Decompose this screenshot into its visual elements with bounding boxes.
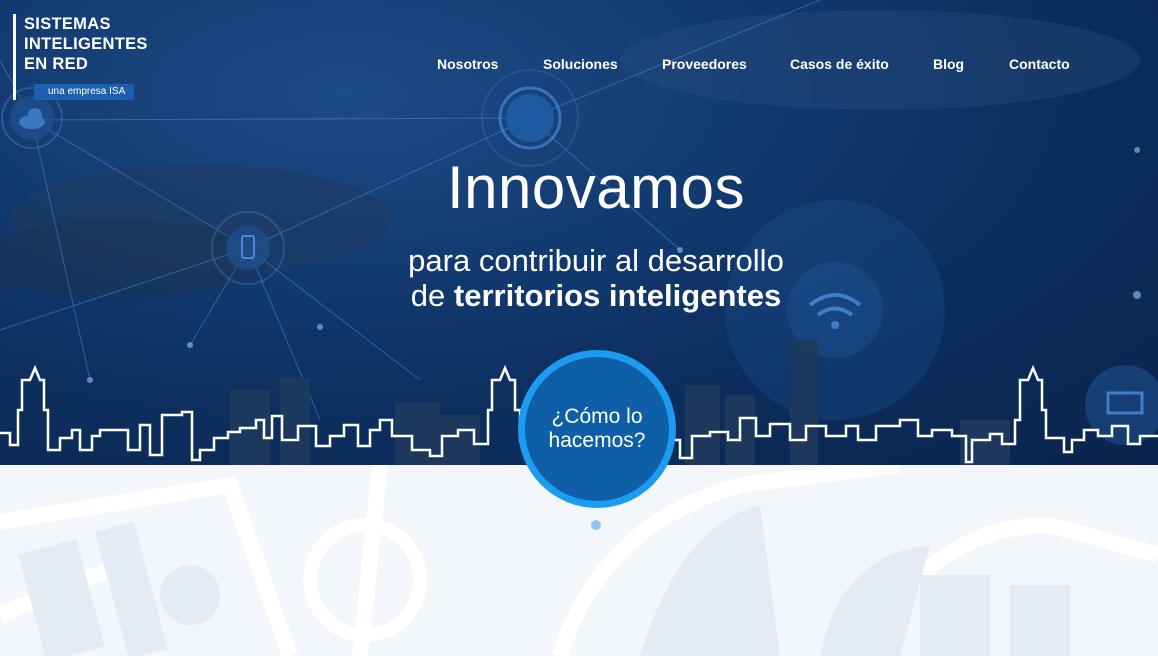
nav-item-proveedores[interactable]: Proveedores [662, 56, 747, 72]
hero-subtitle-line-1: para contribuir al desarrollo [408, 243, 784, 278]
cta-inner-circle: ¿Cómo lo hacemos? [525, 357, 669, 501]
company-logo[interactable]: SISTEMAS INTELIGENTES EN RED una empresa… [13, 14, 163, 100]
cta-label: ¿Cómo lo hacemos? [537, 405, 657, 453]
nav-item-soluciones[interactable]: Soluciones [543, 56, 618, 72]
hero-subtitle-bold: territorios inteligentes [453, 278, 782, 313]
cta-label-line-2: hacemos? [548, 429, 646, 452]
laptop-icon [1085, 365, 1158, 445]
cta-label-line-1: ¿Cómo lo [551, 405, 643, 428]
hero-subtitle-prefix: de [410, 278, 454, 313]
nav-item-blog[interactable]: Blog [933, 56, 964, 72]
como-lo-hacemos-button[interactable]: ¿Cómo lo hacemos? [518, 350, 676, 508]
hero-headline: Innovamos [447, 154, 745, 221]
scroll-indicator-dot[interactable] [591, 520, 601, 530]
hero-subtitle-line-2: de territorios inteligentes [0, 278, 1158, 314]
nav-item-nosotros[interactable]: Nosotros [437, 56, 498, 72]
nav-item-contacto[interactable]: Contacto [1009, 56, 1070, 72]
logo-tagline: una empresa ISA [34, 84, 135, 100]
logo-line-2: INTELIGENTES [24, 35, 148, 53]
logo-line-1: SISTEMAS [24, 15, 111, 33]
nav-item-casos-de-exito[interactable]: Casos de éxito [790, 56, 889, 72]
logo-line-3: EN RED [24, 55, 89, 73]
